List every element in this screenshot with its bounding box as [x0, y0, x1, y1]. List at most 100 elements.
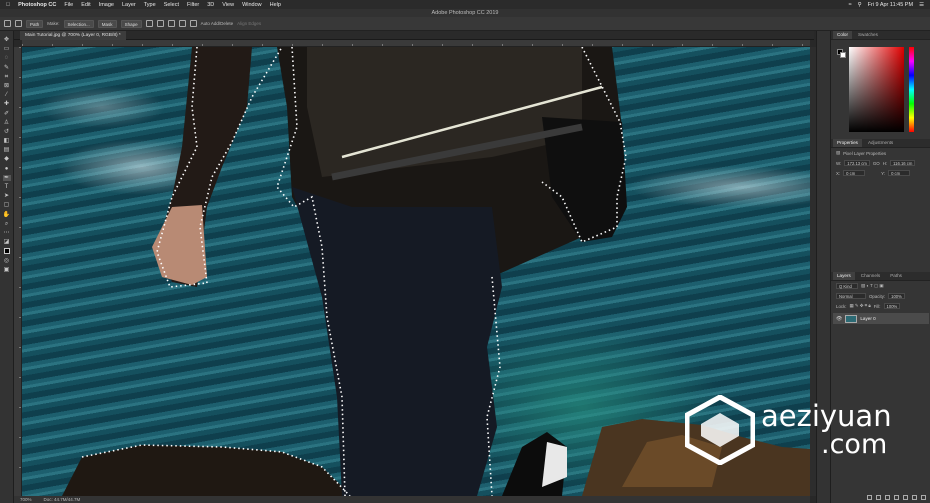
gear-icon[interactable] [178, 20, 186, 27]
tab-channels[interactable]: Channels [857, 272, 884, 280]
brush-tool-icon[interactable]: ✐ [3, 111, 11, 117]
tab-layers[interactable]: Layers [833, 272, 855, 280]
group-icon[interactable] [903, 494, 908, 500]
gradient-tool-icon[interactable]: ▤ [3, 147, 11, 153]
eye-icon[interactable]: 👁︎ [836, 316, 842, 322]
properties-tabs: Properties Adjustments [831, 139, 930, 148]
wifi-icon[interactable]: ≈ [849, 2, 852, 8]
status-menus: ≈ ⚲ Fri 9 Apr 11:45 PM ☰ [849, 0, 924, 9]
height-field[interactable]: 116.16 cm [890, 160, 916, 166]
menu-filter[interactable]: Filter [187, 2, 199, 8]
crop-tool-icon[interactable]: ⌗ [3, 74, 11, 80]
menu-edit[interactable]: Edit [81, 2, 90, 8]
tab-color[interactable]: Color [833, 31, 852, 39]
menu-layer[interactable]: Layer [122, 2, 136, 8]
tab-paths[interactable]: Paths [886, 272, 906, 280]
path-select-tool-icon[interactable]: ➤ [3, 193, 11, 199]
eraser-tool-icon[interactable]: ◧ [3, 138, 11, 144]
hand [152, 205, 207, 285]
apple-icon[interactable]:  [6, 2, 10, 8]
lasso-tool-icon[interactable]: ◌ [3, 55, 11, 61]
color-field[interactable] [849, 47, 904, 132]
quick-mask-icon[interactable]: ◎ [3, 258, 11, 264]
layer-name[interactable]: Layer 0 [860, 316, 875, 321]
w-label: W: [836, 160, 842, 166]
default-colors-icon[interactable]: ◪ [3, 239, 11, 245]
path-arrange-icon[interactable] [167, 20, 175, 27]
shape-button[interactable]: Shape [120, 19, 142, 28]
adjustment-icon[interactable] [894, 494, 899, 500]
clock[interactable]: Fri 9 Apr 11:45 PM [868, 2, 913, 8]
blend-row: Normal Opacity: 100% [831, 291, 930, 301]
screen-mode-icon[interactable]: ▣ [3, 267, 11, 273]
quick-select-tool-icon[interactable]: ✎ [3, 65, 11, 71]
link-layers-icon[interactable] [867, 494, 872, 500]
pen-tool-icon[interactable] [15, 20, 22, 27]
eyedropper-tool-icon[interactable]: ⁄ [3, 92, 11, 98]
fx-icon[interactable] [876, 494, 881, 500]
menu-app-name[interactable]: Photoshop CC [18, 2, 56, 8]
stamp-tool-icon[interactable]: ♙ [3, 120, 11, 126]
menu-file[interactable]: File [64, 2, 73, 8]
new-layer-icon[interactable] [912, 494, 917, 500]
mask-button[interactable]: Mask [97, 19, 117, 28]
menu-window[interactable]: Window [242, 2, 262, 8]
path-ops-icon[interactable] [145, 20, 153, 27]
background-swatch[interactable] [840, 52, 846, 58]
path-align-icon[interactable] [156, 20, 164, 27]
type-tool-icon[interactable]: T [3, 184, 11, 190]
doc-size[interactable]: Doc: 44.7M/44.7M [44, 496, 81, 503]
ruler-horizontal[interactable] [22, 40, 810, 47]
move-tool-icon[interactable]: ✥ [3, 37, 11, 43]
healing-tool-icon[interactable]: ✚ [3, 101, 11, 107]
pen-tool-icon-active[interactable]: ✒ [2, 174, 11, 181]
x-field[interactable]: 0 cm [843, 170, 866, 176]
link-label[interactable]: GO [873, 161, 880, 166]
search-icon[interactable]: ⚲ [858, 2, 862, 8]
dodge-tool-icon[interactable]: ● [3, 166, 11, 172]
tab-swatches[interactable]: Swatches [854, 31, 882, 39]
menu-help[interactable]: Help [270, 2, 281, 8]
y-field[interactable]: 0 cm [888, 170, 911, 176]
ruler-vertical[interactable] [14, 47, 22, 496]
more-tools-icon[interactable]: ⋯ [3, 230, 11, 236]
hand-tool-icon[interactable]: ✋ [3, 212, 11, 218]
blur-tool-icon[interactable]: ◆ [3, 156, 11, 162]
marquee-tool-icon[interactable]: ▭ [3, 46, 11, 52]
menu-view[interactable]: View [222, 2, 234, 8]
hue-slider[interactable] [909, 47, 914, 132]
make-label: Make: [47, 21, 60, 26]
lock-icons[interactable]: ▦ ✎ ✥ ⌗ 🔒︎ [850, 303, 871, 309]
menu-image[interactable]: Image [99, 2, 114, 8]
blend-mode-select[interactable]: Normal [836, 293, 866, 299]
kind-filter[interactable]: Q Kind [836, 283, 858, 289]
menu-list-icon[interactable]: ☰ [919, 2, 924, 8]
layer-thumbnail[interactable] [845, 314, 858, 323]
width-field[interactable]: 172.13 cm [844, 160, 870, 166]
fill-field[interactable]: 100% [883, 303, 901, 309]
selection-button[interactable]: Selection... [63, 19, 94, 28]
align-edges-label[interactable]: Align Edges [237, 21, 261, 26]
menu-3d[interactable]: 3D [207, 2, 214, 8]
history-brush-icon[interactable]: ↺ [3, 129, 11, 135]
opacity-field[interactable]: 100% [888, 293, 905, 299]
zoom-tool-icon[interactable]: ⌕ [3, 221, 11, 227]
zoom-readout[interactable]: 700% [20, 496, 32, 503]
mode-select[interactable]: Path [26, 19, 44, 28]
tab-properties[interactable]: Properties [833, 139, 862, 147]
foreground-color-swatch[interactable] [3, 248, 10, 255]
layers-panel: Layers Channels Paths Q Kind ▧ ◐ T ▢ ▣ N… [831, 272, 930, 326]
trash-icon[interactable] [921, 494, 926, 500]
filter-icons[interactable]: ▧ ◐ T ▢ ▣ [861, 283, 884, 289]
frame-tool-icon[interactable]: ⊠ [3, 83, 11, 89]
auto-add-delete-checkbox[interactable] [189, 20, 197, 27]
x-label: X: [836, 170, 841, 176]
document-tab[interactable]: Main Tutorial.jpg @ 700% (Layer 0, RGB/8… [20, 31, 126, 40]
mask-icon[interactable] [885, 494, 890, 500]
home-icon[interactable] [4, 20, 11, 27]
menu-type[interactable]: Type [144, 2, 156, 8]
shape-tool-icon[interactable]: ▢ [3, 202, 11, 208]
layer-row[interactable]: 👁︎ Layer 0 [833, 313, 929, 324]
menu-select[interactable]: Select [164, 2, 179, 8]
tab-adjustments[interactable]: Adjustments [864, 139, 897, 147]
